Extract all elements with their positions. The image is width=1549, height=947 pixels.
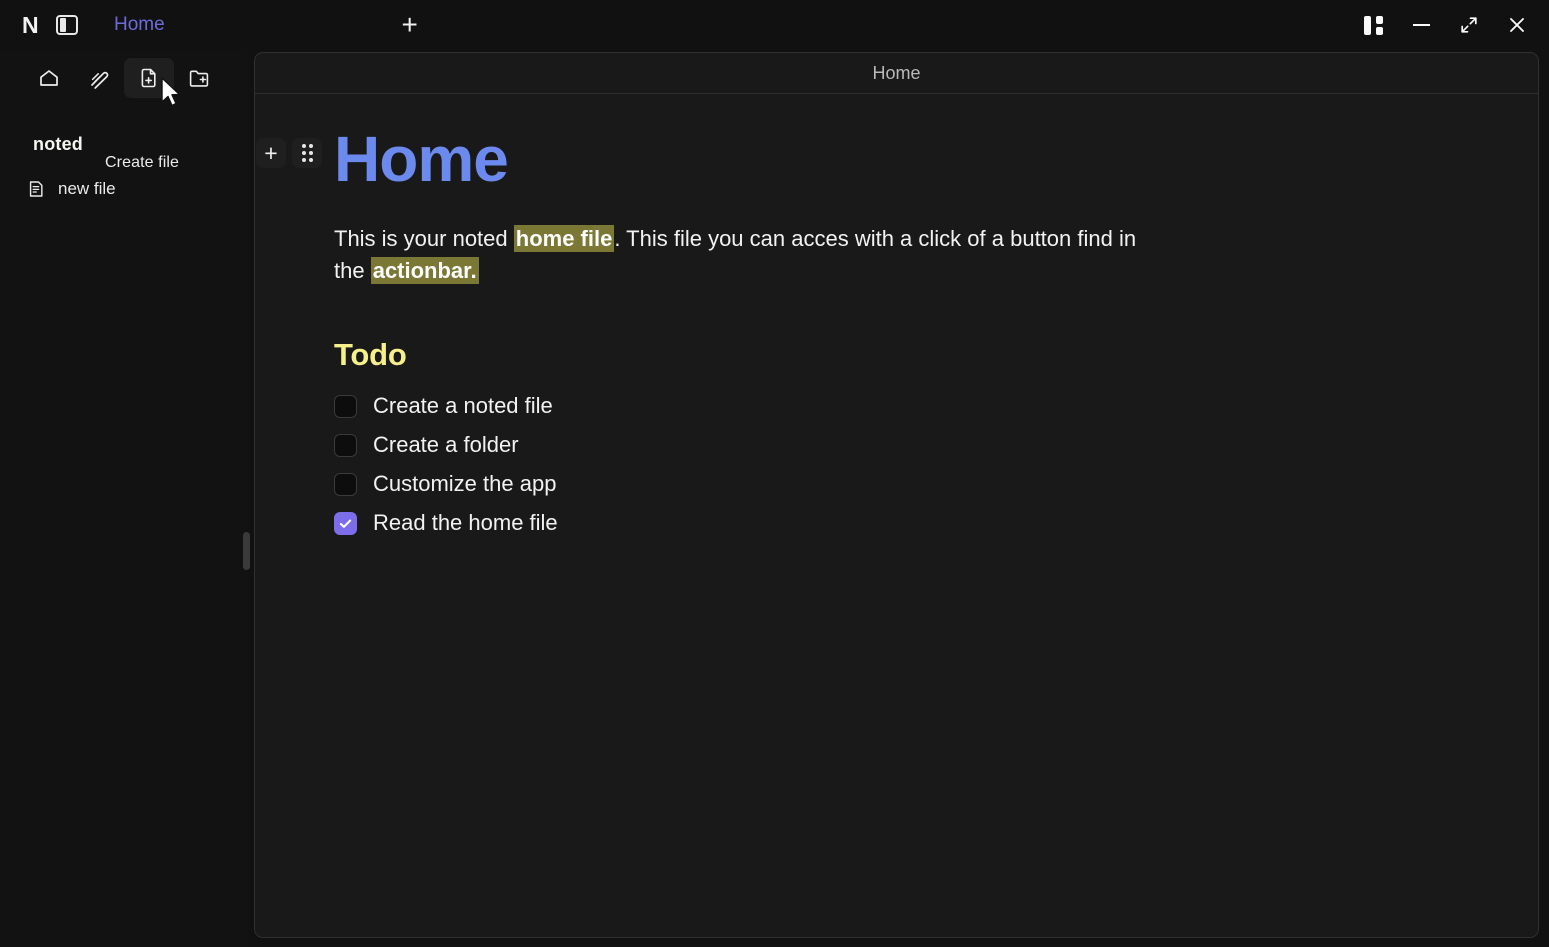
- highlight-home-file: home file: [513, 225, 615, 253]
- todo-label: Customize the app: [373, 471, 557, 497]
- titlebar: N Home +: [0, 0, 1549, 50]
- sidebar-resize-handle[interactable]: [243, 532, 250, 570]
- app-logo-icon: N: [21, 11, 39, 38]
- editor[interactable]: + Home This is your noted home file. Thi…: [255, 94, 1538, 937]
- file-plus-icon: [141, 68, 156, 88]
- expand-arrows-icon: [1461, 17, 1477, 33]
- todo-checkbox[interactable]: [334, 511, 357, 535]
- minimize-button[interactable]: [1399, 3, 1443, 47]
- sidebar-file-new-file[interactable]: new file: [18, 175, 124, 203]
- todo-list: Create a noted file Create a folder Cust…: [334, 387, 1478, 543]
- todo-checkbox[interactable]: [334, 394, 357, 418]
- layout-toggle-button[interactable]: [1351, 3, 1395, 47]
- highlight-actionbar: actionbar.: [370, 257, 479, 285]
- block-controls: +: [256, 138, 322, 168]
- sidebar-toggle-icon[interactable]: [56, 15, 78, 35]
- add-block-button[interactable]: +: [256, 138, 286, 168]
- add-block-label: +: [264, 139, 278, 166]
- sidebar-file-label: new file: [58, 179, 116, 198]
- todo-heading: Todo: [334, 336, 407, 372]
- sidebar-action-create-file[interactable]: [124, 58, 174, 98]
- app-window: N Home + Create file noted new file Home…: [0, 0, 1549, 947]
- window-controls: [1351, 0, 1539, 50]
- paragraph-part-1: This is your noted: [334, 226, 514, 252]
- sidebar-action-create-folder[interactable]: [174, 58, 224, 98]
- tooltip-create-file: Create file: [105, 154, 180, 171]
- sidebar-action-home[interactable]: [24, 58, 74, 98]
- todo-label: Create a noted file: [373, 393, 553, 419]
- new-tab-button[interactable]: +: [393, 8, 427, 42]
- home-icon: [40, 70, 58, 86]
- document-body: Home This is your noted home file. This …: [255, 123, 1538, 543]
- todo-item[interactable]: Customize the app: [334, 465, 1478, 504]
- todo-item[interactable]: Read the home file: [334, 504, 1478, 543]
- tab-home[interactable]: Home: [104, 10, 175, 40]
- close-button[interactable]: [1495, 3, 1539, 47]
- sidebar-action-bar: [0, 50, 247, 98]
- sidebar-action-scribble[interactable]: [74, 58, 124, 98]
- page-title: Home: [334, 123, 509, 195]
- folder-plus-icon: [189, 70, 209, 87]
- drag-block-handle[interactable]: [292, 138, 322, 168]
- check-icon: [339, 519, 352, 528]
- pen-scribble-icon: [91, 71, 109, 89]
- brand-zone: N: [0, 0, 78, 50]
- close-icon: [1510, 18, 1524, 32]
- file-text-icon: [29, 181, 43, 197]
- intro-paragraph: This is your noted home file. This file …: [334, 223, 1164, 287]
- minimize-icon: [1412, 24, 1430, 26]
- maximize-button[interactable]: [1447, 3, 1491, 47]
- document-header-title: Home: [872, 62, 921, 83]
- tabstrip: Home +: [104, 0, 1549, 50]
- document-header: Home: [255, 53, 1538, 94]
- todo-label: Create a folder: [373, 432, 519, 458]
- sidebar: Create file noted new file: [0, 50, 250, 947]
- main-panel: Home + Home This is your noted home file…: [254, 52, 1539, 938]
- workspace-name: noted: [33, 134, 83, 154]
- todo-item[interactable]: Create a folder: [334, 426, 1478, 465]
- layout-icon: [1363, 15, 1383, 35]
- todo-label: Read the home file: [373, 510, 558, 536]
- todo-checkbox[interactable]: [334, 472, 357, 496]
- drag-handle-icon: [301, 144, 313, 162]
- todo-item[interactable]: Create a noted file: [334, 387, 1478, 426]
- todo-checkbox[interactable]: [334, 433, 357, 457]
